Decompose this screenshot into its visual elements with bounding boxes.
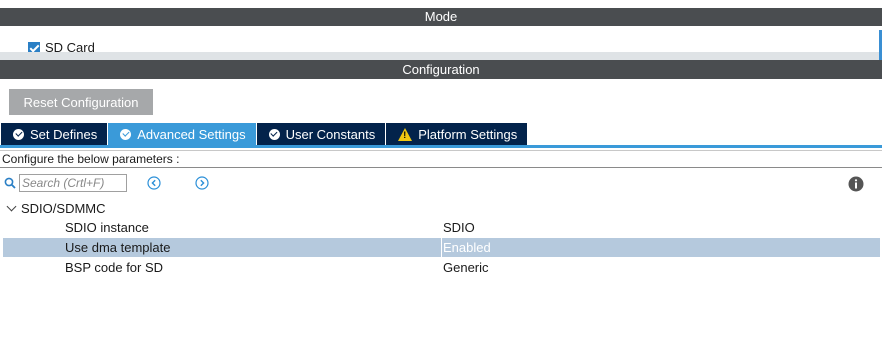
param-value[interactable]: Enabled <box>443 238 491 257</box>
configuration-header: Configuration <box>0 60 882 79</box>
search-icon <box>4 177 16 189</box>
tab-label: User Constants <box>285 126 376 142</box>
next-match-icon[interactable] <box>195 176 209 190</box>
tab-set-defines[interactable]: Set Defines <box>1 123 108 145</box>
reset-configuration-button[interactable]: Reset Configuration <box>9 89 153 115</box>
table-row[interactable]: BSP code for SD Generic <box>3 258 879 277</box>
param-name: Use dma template <box>65 240 171 255</box>
search-input[interactable] <box>19 174 127 192</box>
mode-header: Mode <box>0 8 882 26</box>
tab-underline <box>0 145 882 148</box>
config-tabs: Set Defines Advanced Settings User Const… <box>1 123 528 145</box>
param-name: BSP code for SD <box>65 260 164 275</box>
value-cell-background <box>441 238 880 257</box>
check-circle-icon <box>13 128 24 140</box>
param-value[interactable]: Generic <box>443 258 489 277</box>
table-row[interactable]: SDIO instance SDIO <box>3 218 879 237</box>
search-row <box>4 172 127 194</box>
table-row[interactable]: Use dma template Enabled <box>3 238 880 257</box>
tab-advanced-settings[interactable]: Advanced Settings <box>108 123 256 145</box>
mode-horizontal-scrollbar[interactable] <box>0 52 882 60</box>
tab-user-constants[interactable]: User Constants <box>256 123 386 145</box>
param-value[interactable]: SDIO <box>443 218 475 237</box>
params-header: Configure the below parameters : <box>0 150 882 168</box>
tab-label: Platform Settings <box>418 126 518 142</box>
check-circle-icon <box>120 128 132 140</box>
tab-platform-settings[interactable]: Platform Settings <box>386 123 528 145</box>
info-icon[interactable] <box>848 176 864 192</box>
tree-group-sdio-sdmmc[interactable]: SDIO/SDMMC <box>6 200 106 216</box>
tab-label: Advanced Settings <box>137 126 246 142</box>
param-name: SDIO instance <box>65 220 149 235</box>
check-circle-icon <box>268 128 280 140</box>
group-label: SDIO/SDMMC <box>21 200 106 216</box>
chevron-down-icon[interactable] <box>6 201 17 211</box>
warning-icon <box>398 127 413 141</box>
previous-match-icon[interactable] <box>147 176 161 190</box>
tab-label: Set Defines <box>30 126 98 142</box>
